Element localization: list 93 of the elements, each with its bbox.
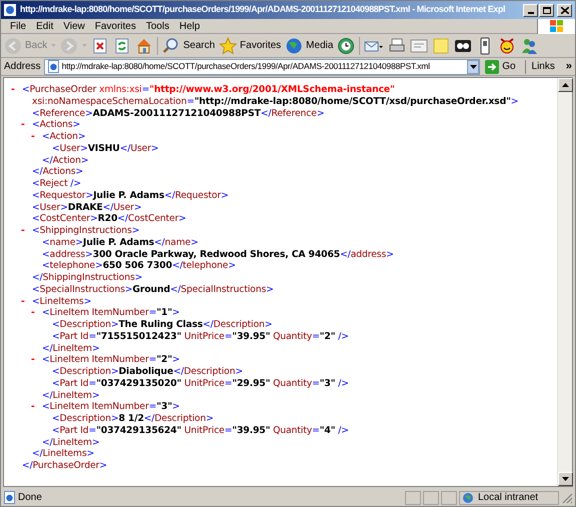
caret-up-icon <box>562 83 569 87</box>
xml-line: <User>VISHU</User> <box>52 142 159 154</box>
xml-line: <CostCenter>R20</CostCenter> <box>32 213 186 225</box>
xml-line: </Action> <box>42 154 88 166</box>
close-icon <box>560 6 568 14</box>
collapse-toggle[interactable]: - <box>31 131 35 142</box>
address-label: Address <box>4 60 41 74</box>
media-button[interactable]: Media <box>285 34 334 56</box>
refresh-icon <box>113 36 132 54</box>
xml-line: <PurchaseOrder xmlns:xsi="http://www.w3.org/2001/XMLSchema-instance" <box>22 84 395 96</box>
scrollbar[interactable] <box>557 78 572 486</box>
xml-line: <Description>Diabolique</Description> <box>52 366 243 378</box>
xml-line: <Description>8 1/2</Description> <box>52 413 214 425</box>
xml-line: <Part Id="715515012423" UnitPrice="39.95" Quantity="2" /> <box>52 330 349 342</box>
xml-line: <SpecialInstructions>Ground</SpecialInstructions> <box>32 284 274 296</box>
close-button[interactable] <box>557 4 572 16</box>
globe-icon <box>285 36 304 54</box>
page-icon <box>3 491 16 504</box>
menu-item[interactable]: Edit <box>31 18 58 34</box>
xml-line: <Part Id="037429135020" UnitPrice="29.95" Quantity="3" /> <box>52 378 349 390</box>
xml-line: </ShippingInstructions> <box>32 272 142 284</box>
favorites-button[interactable]: Favorites <box>218 34 282 56</box>
collapse-toggle[interactable]: - <box>21 296 25 306</box>
xml-line: <Actions> <box>32 119 80 131</box>
collapse-toggle[interactable]: - <box>21 225 25 236</box>
xml-line: <LineItem ItemNumber="1"> <box>42 307 180 319</box>
note-icon <box>432 36 450 54</box>
document-icon <box>410 36 428 54</box>
people-icon <box>520 36 538 54</box>
xml-line: <Requestor>Julie P. Adams</Requestor> <box>32 190 229 202</box>
status-text: Done <box>18 491 43 505</box>
search-icon <box>162 36 180 54</box>
arrow-right-icon <box>60 36 78 54</box>
caret-down-icon <box>562 477 569 481</box>
xml-line: </Actions> <box>32 166 84 178</box>
scroll-down-button[interactable] <box>558 472 573 486</box>
page-icon <box>3 3 17 17</box>
xml-line: <name>Julie P. Adams</name> <box>42 236 198 248</box>
dropdown-button[interactable] <box>467 60 480 74</box>
address-field[interactable]: http://mdrake-lap:8080/home/SCOTT/purchaseOrders/1999/Apr/ADAMS-20011127121040988PST.xml <box>44 58 480 74</box>
collapse-toggle[interactable]: - <box>21 119 25 130</box>
smiley-icon <box>498 36 516 54</box>
status-panel <box>441 490 457 504</box>
scroll-up-button[interactable] <box>558 78 573 92</box>
menu-item[interactable]: Tools <box>140 18 174 34</box>
xml-line: <Description>The Ruling Class</Description> <box>52 319 272 331</box>
maximize-button[interactable] <box>539 4 554 16</box>
more-links-button[interactable]: » <box>566 58 572 75</box>
go-button[interactable]: Go <box>483 58 518 74</box>
xml-line: </LineItems> <box>32 448 94 460</box>
xml-line: </LineItem> <box>42 436 100 448</box>
collapse-toggle[interactable]: - <box>11 84 15 95</box>
xml-line: </LineItem> <box>42 390 100 402</box>
xml-line: <Part Id="037429135624" UnitPrice="39.95" Quantity="4" /> <box>52 424 349 436</box>
clock-icon <box>337 36 356 54</box>
menu-item[interactable]: Help <box>174 18 205 34</box>
xml-line: <address>300 Oracle Parkway, Redwood Shores, CA 94065</address> <box>42 248 394 260</box>
links-button[interactable]: Links <box>532 59 555 74</box>
menu-item[interactable]: File <box>5 18 32 34</box>
menu-item[interactable]: View <box>58 18 90 34</box>
globe-icon <box>462 492 475 504</box>
window-title: http://mdrake-lap:8080/home/SCOTT/purchaseOrders/1999/Apr/ADAMS-20011127121040988PST.xml - Microsoft Internet Expl <box>20 3 506 16</box>
collapse-toggle[interactable]: - <box>31 401 35 412</box>
menu-item[interactable]: Favorites <box>90 18 141 34</box>
house-icon <box>135 36 154 54</box>
xml-line: <Action> <box>42 131 86 143</box>
xml-line: <User>DRAKE</User> <box>32 202 142 214</box>
flag-icon <box>550 20 563 32</box>
security-zone: Local intranet <box>478 491 538 505</box>
arrow-right-icon <box>485 60 500 74</box>
arrow-left-icon <box>4 36 22 54</box>
xml-line: xsi:noNamespaceSchemaLocation="http://mdrake-lap:8080/home/SCOTT/xsd/purchaseOrder.xsd"> <box>32 96 518 108</box>
collapse-toggle[interactable]: - <box>31 307 35 318</box>
page-icon <box>46 60 60 73</box>
xml-line: <ShippingInstructions> <box>32 225 140 237</box>
resize-grip[interactable] <box>561 492 573 504</box>
status-panel <box>423 490 439 504</box>
xml-line: <LineItem ItemNumber="3"> <box>42 401 180 413</box>
printer-icon <box>388 36 406 54</box>
collapse-toggle[interactable]: - <box>31 354 35 366</box>
status-panel <box>405 490 421 504</box>
xml-line: </PurchaseOrder> <box>22 460 107 472</box>
search-button[interactable]: Search <box>162 34 215 56</box>
xml-line: <Reference>ADAMS-20011127121040988PST</Reference> <box>32 108 324 120</box>
xml-line: <LineItems> <box>32 296 92 308</box>
xml-line: <telephone>650 506 7300</telephone> <box>42 260 236 272</box>
minimize-button[interactable] <box>523 4 538 16</box>
xml-line: <LineItem ItemNumber="2"> <box>42 354 180 366</box>
caret-down-icon <box>470 64 477 68</box>
star-icon <box>218 36 237 54</box>
xml-line: </LineItem> <box>42 342 100 354</box>
stop-icon <box>91 36 110 54</box>
xml-line: <Reject /> <box>32 178 81 190</box>
